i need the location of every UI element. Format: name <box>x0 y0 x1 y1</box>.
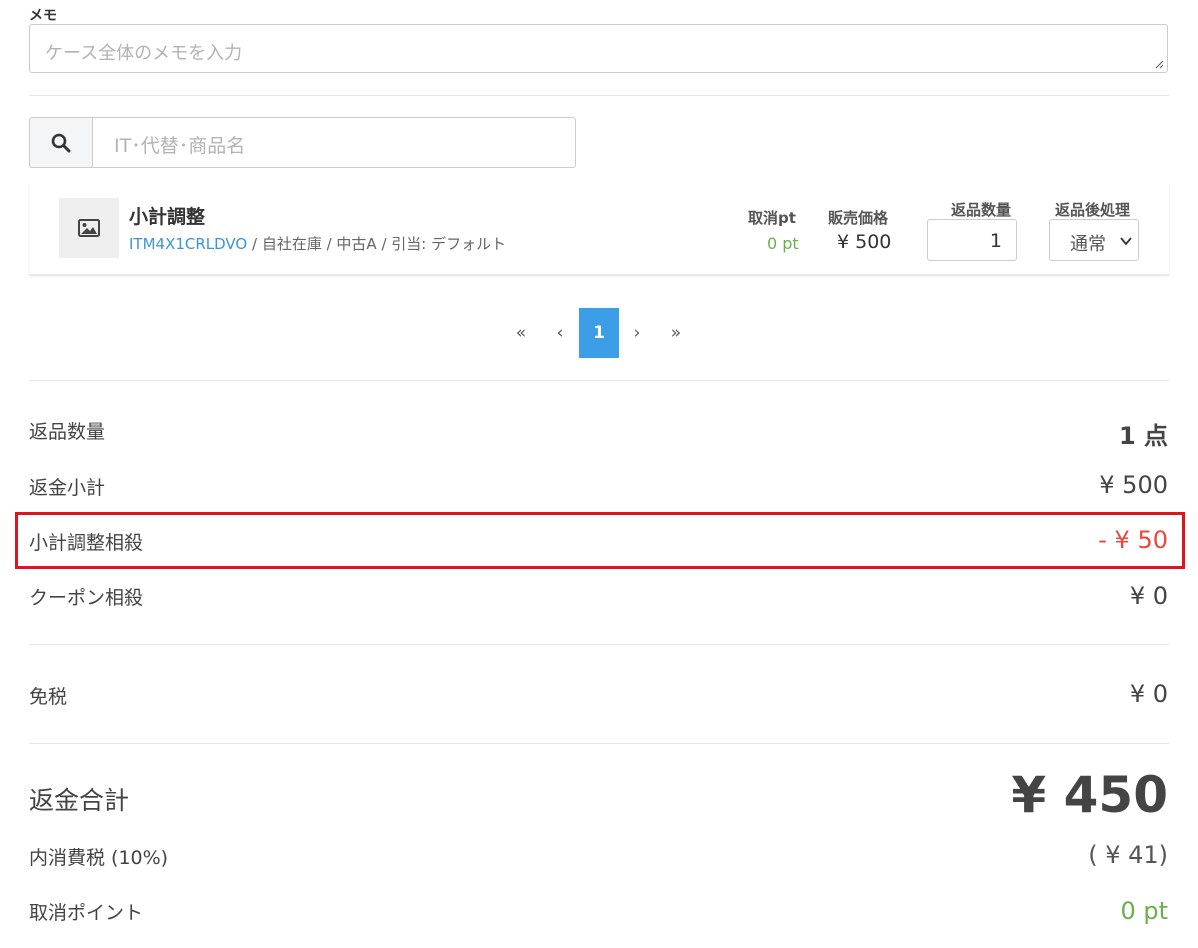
cancel-pt-header: 取消pt <box>748 209 796 227</box>
page-next[interactable]: › <box>625 308 649 358</box>
summary-adjust-value: - ¥ 50 <box>1098 526 1168 554</box>
return-qty-input[interactable]: 1 <box>927 219 1017 261</box>
after-process-value: 通常 <box>1070 234 1106 255</box>
summary-total-value: ¥ 450 <box>1011 766 1168 824</box>
highlight-box <box>15 512 1185 569</box>
price-value: ¥ 500 <box>837 231 892 253</box>
cancel-pt-value: 0 pt <box>767 234 799 253</box>
page-current[interactable]: 1 <box>579 308 619 358</box>
memo-placeholder: ケース全体のメモを入力 <box>45 43 243 64</box>
page-last[interactable]: » <box>663 308 689 358</box>
search-icon <box>51 133 71 152</box>
chevron-down-icon <box>1118 233 1134 249</box>
summary-subtotal-label: 返金小計 <box>29 477 106 499</box>
search-placeholder: IT･代替･商品名 <box>114 135 246 157</box>
summary-subtotal-value: ¥ 500 <box>1099 471 1168 499</box>
return-item-row: 小計調整 ITM4X1CRLDVO / 自社在庫 / 中古A / 引当: デフォ… <box>29 182 1169 275</box>
summary-coupon-value: ¥ 0 <box>1129 582 1168 610</box>
summary-qty-label: 返品数量 <box>29 421 106 443</box>
after-process-select[interactable]: 通常 <box>1049 219 1139 261</box>
price-header: 販売価格 <box>828 209 889 227</box>
image-placeholder-icon <box>78 219 100 237</box>
summary-points-value: 0 pt <box>1120 897 1168 925</box>
item-code-link[interactable]: ITM4X1CRLDVO <box>129 235 247 253</box>
search-input[interactable]: IT･代替･商品名 <box>93 118 575 167</box>
item-meta-text: / 自社在庫 / 中古A / 引当: デフォルト <box>247 235 507 253</box>
memo-textarea[interactable]: ケース全体のメモを入力 <box>29 24 1168 73</box>
page-prev[interactable]: ‹ <box>548 308 572 358</box>
summary-adjust-label: 小計調整相殺 <box>29 532 144 554</box>
memo-label: メモ <box>29 8 57 24</box>
summary-tax-value: ( ¥ 41) <box>1088 841 1168 869</box>
summary-coupon-label: クーポン相殺 <box>29 587 144 609</box>
item-meta: ITM4X1CRLDVO / 自社在庫 / 中古A / 引当: デフォルト <box>129 233 506 254</box>
divider <box>29 380 1169 381</box>
summary-taxfree-value: ¥ 0 <box>1129 680 1168 708</box>
summary-total-label: 返金合計 <box>29 786 130 815</box>
divider <box>29 743 1169 744</box>
resize-grip-icon[interactable] <box>1155 60 1164 69</box>
search-button[interactable] <box>30 118 93 167</box>
divider <box>29 95 1169 96</box>
item-search: IT･代替･商品名 <box>29 117 576 168</box>
item-thumbnail <box>59 198 119 258</box>
summary-tax-label: 内消費税 (10%) <box>29 847 169 869</box>
summary-taxfree-label: 免税 <box>29 686 68 708</box>
divider <box>29 644 1169 645</box>
after-process-header: 返品後処理 <box>1055 201 1131 219</box>
summary-qty-value: 1 点 <box>1118 422 1168 450</box>
summary-points-label: 取消ポイント <box>29 902 144 924</box>
qty-header: 返品数量 <box>951 201 1012 219</box>
item-name: 小計調整 <box>129 206 206 228</box>
page-first[interactable]: « <box>508 308 534 358</box>
